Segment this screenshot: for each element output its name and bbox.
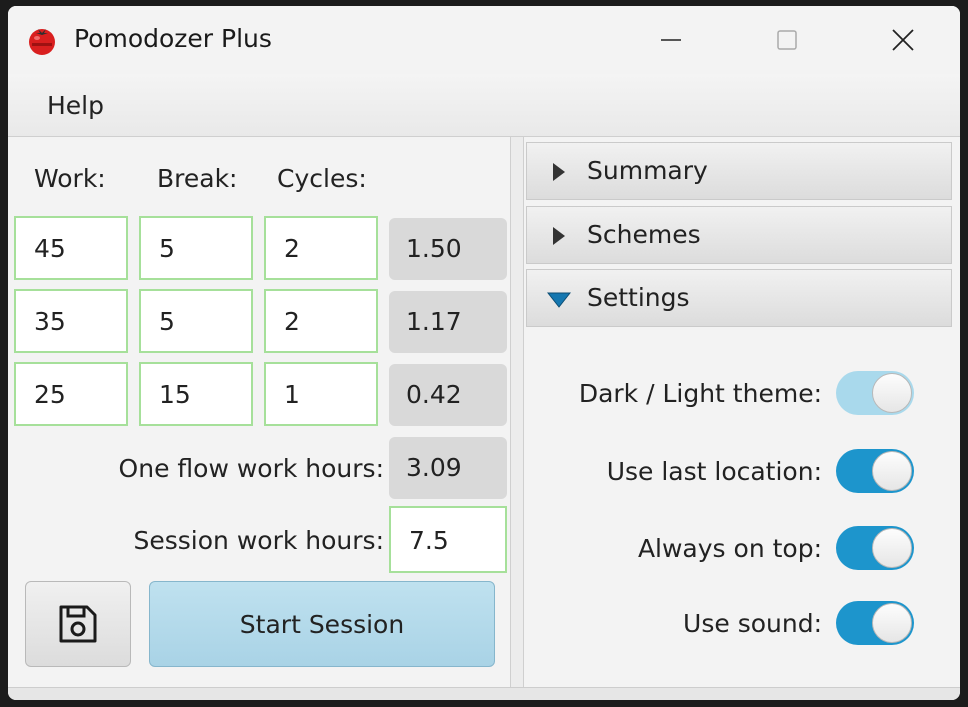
maximize-icon	[777, 30, 797, 50]
start-session-button[interactable]: Start Session	[149, 581, 495, 667]
menu-help[interactable]: Help	[47, 91, 104, 120]
cycles-header: Cycles:	[277, 164, 367, 193]
accordion-settings-label: Settings	[587, 283, 690, 312]
accordion-schemes[interactable]: Schemes	[526, 206, 952, 264]
cycles-input[interactable]: 2	[264, 216, 378, 280]
expand-arrow-icon	[553, 227, 565, 245]
accordion-settings[interactable]: Settings	[526, 269, 952, 327]
use-last-location-toggle[interactable]	[836, 449, 914, 493]
toggle-knob	[872, 528, 912, 568]
break-header: Break:	[157, 164, 238, 193]
row-hours: 0.42	[389, 364, 507, 426]
menu-bar: Help	[8, 74, 960, 137]
work-input[interactable]: 25	[14, 362, 128, 426]
minimize-icon	[661, 39, 681, 41]
accordion-summary[interactable]: Summary	[526, 142, 952, 200]
use-last-location-label: Use last location:	[606, 457, 822, 486]
always-on-top-toggle[interactable]	[836, 526, 914, 570]
tomato-timer-icon	[29, 29, 55, 55]
toggle-knob	[872, 451, 912, 491]
break-input[interactable]: 5	[139, 216, 253, 280]
collapse-arrow-icon	[547, 292, 571, 308]
maximize-button[interactable]	[764, 20, 810, 60]
title-bar: Pomodozer Plus	[8, 6, 960, 74]
dark-light-theme-label: Dark / Light theme:	[578, 379, 822, 408]
break-input[interactable]: 15	[139, 362, 253, 426]
dark-light-theme-toggle[interactable]	[836, 371, 914, 415]
work-header: Work:	[34, 164, 106, 193]
window-title: Pomodozer Plus	[74, 24, 272, 53]
toggle-knob	[872, 373, 912, 413]
cycles-input[interactable]: 2	[264, 289, 378, 353]
session-hours-input[interactable]: 7.5	[389, 506, 507, 573]
bottom-strip	[8, 687, 960, 700]
work-input[interactable]: 45	[14, 216, 128, 280]
close-button[interactable]	[880, 20, 926, 60]
break-input[interactable]: 5	[139, 289, 253, 353]
expand-arrow-icon	[553, 163, 565, 181]
row-hours: 1.17	[389, 291, 507, 353]
close-icon	[892, 29, 914, 51]
cycles-input[interactable]: 1	[264, 362, 378, 426]
save-button[interactable]	[25, 581, 131, 667]
accordion-summary-label: Summary	[587, 156, 708, 185]
save-icon	[59, 605, 97, 643]
split-divider[interactable]	[510, 137, 524, 687]
always-on-top-label: Always on top:	[637, 534, 822, 563]
accordion-schemes-label: Schemes	[587, 220, 701, 249]
minimize-button[interactable]	[648, 20, 694, 60]
one-flow-value: 3.09	[389, 437, 507, 499]
app-window: Pomodozer Plus Help Work: Break: Cycles:…	[8, 6, 960, 700]
use-sound-label: Use sound:	[683, 609, 822, 638]
row-hours: 1.50	[389, 218, 507, 280]
work-input[interactable]: 35	[14, 289, 128, 353]
toggle-knob	[872, 603, 912, 643]
use-sound-toggle[interactable]	[836, 601, 914, 645]
session-label: Session work hours:	[133, 526, 385, 555]
one-flow-label: One flow work hours:	[118, 454, 384, 483]
